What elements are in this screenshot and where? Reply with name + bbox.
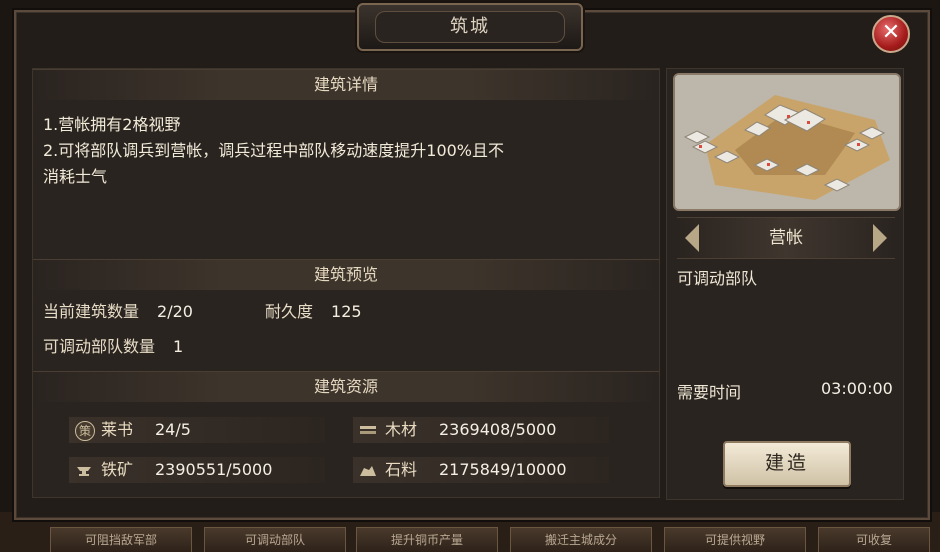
next-arrow-icon[interactable] (873, 224, 887, 252)
building-panel: 营帐 可调动部队 需要时间 03:00:00 建造 (666, 68, 904, 500)
iron-anvil-icon (75, 461, 93, 479)
building-count-label: 当前建筑数量 (43, 302, 140, 321)
resource-stone: 石料 2175849/10000 (353, 457, 609, 483)
troops-label: 可调动部队数量 (43, 337, 156, 356)
troops-value: 1 (173, 337, 184, 356)
resource-name: 石料 (385, 460, 418, 479)
book-token-icon: 策 (75, 421, 95, 441)
resource-name: 木材 (385, 420, 418, 439)
building-count-value: 2/20 (157, 302, 193, 321)
close-button[interactable]: ✕ (872, 15, 910, 53)
resource-value: 2175849/10000 (439, 460, 567, 479)
resource-name: 铁矿 (101, 460, 134, 479)
resource-value: 2369408/5000 (439, 420, 557, 439)
resources-section-title: 建筑资源 (33, 371, 659, 402)
background-tab: 搬迁主城成分 (510, 527, 652, 552)
resource-value: 2390551/5000 (155, 460, 273, 479)
preview-section-title: 建筑预览 (33, 259, 659, 290)
wood-icon (359, 421, 377, 439)
details-line: 2.可将部队调兵到营帐，调兵过程中部队移动速度提升100%且不 (43, 141, 505, 160)
time-label: 需要时间 (677, 383, 742, 402)
details-panel: 建筑详情 1.营帐拥有2格视野 2.可将部队调兵到营帐，调兵过程中部队移动速度提… (32, 68, 660, 498)
build-button[interactable]: 建造 (723, 441, 851, 487)
background-tab: 可提供视野 (664, 527, 806, 552)
details-section-title: 建筑详情 (33, 69, 659, 100)
details-line: 1.营帐拥有2格视野 (43, 115, 181, 134)
building-effect: 可调动部队 (677, 269, 758, 288)
building-count-stat: 当前建筑数量 2/20 (43, 298, 193, 322)
stone-icon (359, 461, 377, 479)
dialog-title-plate: 筑城 (357, 3, 583, 51)
troops-stat: 可调动部队数量 1 (43, 333, 183, 357)
durability-stat: 耐久度 125 (265, 298, 362, 322)
background-tab: 提升铜币产量 (356, 527, 498, 552)
background-tab: 可收复 (818, 527, 930, 552)
resource-value: 24/5 (155, 420, 191, 439)
building-name: 营帐 (769, 228, 803, 248)
durability-value: 125 (331, 302, 362, 321)
dialog-title: 筑城 (375, 11, 565, 43)
time-value: 03:00:00 (821, 379, 893, 398)
details-line: 消耗士气 (43, 167, 108, 186)
resource-wood: 木材 2369408/5000 (353, 417, 609, 443)
resource-iron: 铁矿 2390551/5000 (69, 457, 325, 483)
camp-building-image (673, 73, 901, 211)
resource-name: 莱书 (101, 420, 134, 439)
resource-book: 策 莱书 24/5 (69, 417, 325, 443)
background-tab: 可阻挡敌军部 (50, 527, 192, 552)
building-type-selector: 营帐 (677, 217, 895, 259)
durability-label: 耐久度 (265, 302, 314, 321)
background-tab: 可调动部队 (204, 527, 346, 552)
